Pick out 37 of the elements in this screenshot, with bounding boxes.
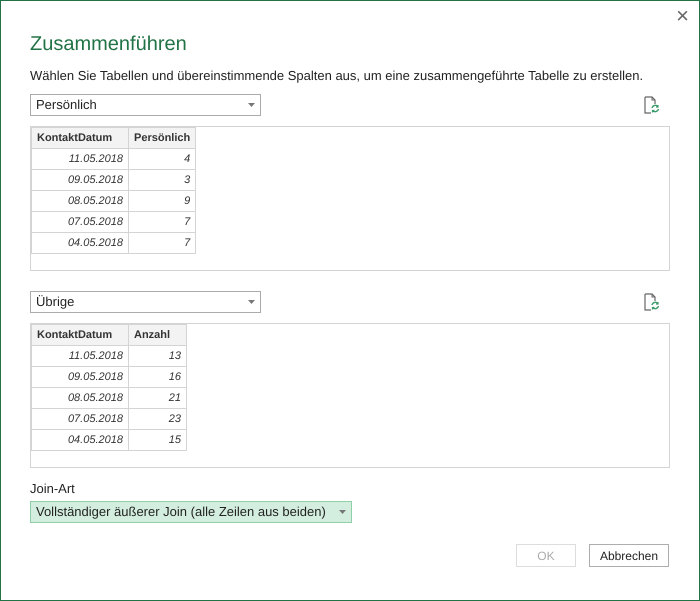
column-header[interactable]: KontaktDatum [32, 128, 128, 148]
table-cell: 04.05.2018 [32, 232, 128, 254]
table-cell: 11.05.2018 [32, 346, 128, 366]
dialog-button[interactable]: Abbrechen [588, 544, 669, 567]
table-cell: 16 [128, 366, 186, 388]
table-dropdown[interactable]: Übrige [30, 291, 261, 313]
refresh-file-icon[interactable] [644, 293, 660, 311]
table-cell: 3 [128, 170, 196, 190]
column-header[interactable]: Persönlich [128, 128, 196, 148]
table-cell: 9 [128, 190, 196, 212]
table-cell: 09.05.2018 [32, 170, 128, 190]
table-cell: 08.05.2018 [32, 190, 128, 212]
table-cell: 21 [128, 388, 186, 408]
table-cell: 09.05.2018 [32, 366, 128, 388]
table-cell: 04.05.2018 [32, 430, 128, 450]
dialog-description: Wählen Sie Tabellen und übereinstimmende Spalten aus, um eine zusammengeführte Tabelle zu erstellen. [30, 67, 644, 85]
close-button[interactable]: × [676, 5, 689, 27]
dialog-title: Zusammenführen [30, 32, 188, 57]
table-cell: 7 [128, 212, 196, 232]
table-cell: 4 [128, 148, 196, 170]
table-cell: 23 [128, 408, 186, 430]
table-cell: 15 [128, 430, 186, 450]
caret-icon [248, 300, 255, 304]
caret-icon [339, 510, 346, 514]
table-cell: 07.05.2018 [32, 408, 128, 430]
table-cell: 7 [128, 232, 196, 254]
column-header[interactable]: Anzahl [128, 324, 186, 346]
column-header[interactable]: KontaktDatum [32, 324, 128, 346]
table-cell: 11.05.2018 [32, 148, 128, 170]
table-dropdown[interactable]: Persönlich [30, 94, 261, 116]
join-type-label: Join-Art [30, 481, 76, 497]
table-cell: 08.05.2018 [32, 388, 128, 408]
join-type-dropdown[interactable]: Vollständiger äußerer Join (alle Zeilen aus beiden) [30, 501, 352, 523]
refresh-file-icon[interactable] [644, 96, 660, 114]
table-cell: 13 [128, 346, 186, 366]
caret-icon [248, 103, 255, 107]
table-cell: 07.05.2018 [32, 212, 128, 232]
